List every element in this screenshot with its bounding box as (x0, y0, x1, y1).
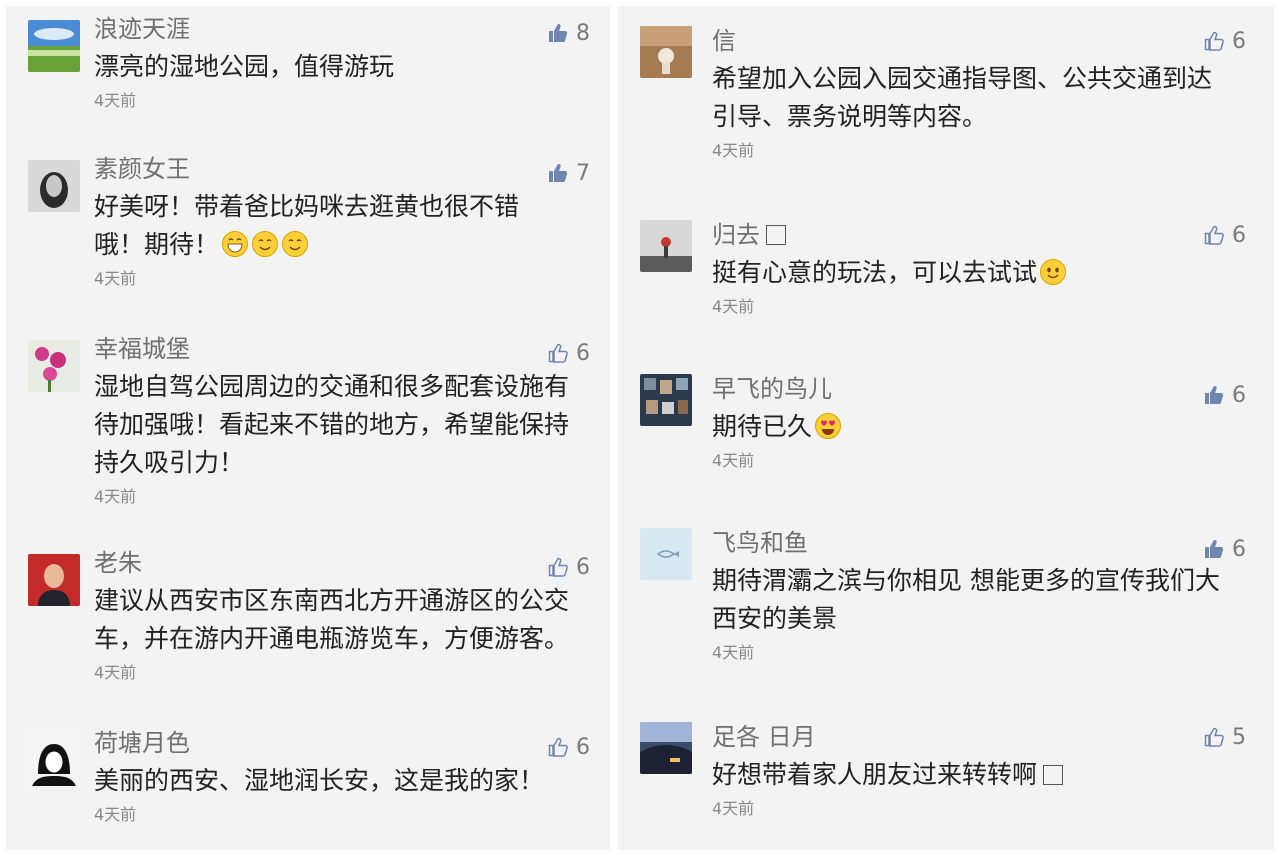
comment-time: 4天前 (712, 643, 755, 662)
like-count: 6 (1232, 28, 1246, 54)
avatar[interactable] (28, 734, 80, 786)
comment-text: 期待已久 (712, 408, 1232, 446)
commenter-name[interactable]: 足各 日月 (712, 722, 1232, 752)
comment-time: 4天前 (94, 487, 137, 506)
avatar[interactable] (28, 20, 80, 72)
commenter-name[interactable]: 幸福城堡 (94, 334, 574, 364)
heart-eyes-emoji-icon (814, 412, 842, 440)
thumbs-up-outline-icon (548, 343, 568, 363)
comment-time: 4天前 (94, 805, 137, 824)
thumbs-up-icon (1204, 385, 1224, 405)
like-count: 6 (576, 340, 590, 366)
like-button[interactable]: 6 (1204, 380, 1246, 410)
thumbs-up-outline-icon (1204, 727, 1224, 747)
like-button[interactable]: 6 (548, 552, 590, 582)
comment-text: 湿地自驾公园周边的交通和很多配套设施有待加强哦！看起来不错的地方，希望能保持持久… (94, 372, 570, 477)
like-button[interactable]: 6 (1204, 26, 1246, 56)
comment-time: 4天前 (712, 141, 755, 160)
like-button[interactable]: 6 (548, 732, 590, 762)
like-button[interactable]: 8 (548, 18, 590, 48)
thumbs-up-outline-icon (1204, 225, 1224, 245)
comment-time: 4天前 (94, 269, 137, 288)
comment-text: 好想带着家人朋友过来转转啊 (712, 756, 1232, 794)
like-count: 6 (576, 554, 590, 580)
like-button[interactable]: 6 (1204, 220, 1246, 250)
like-count: 6 (1232, 382, 1246, 408)
thumbs-up-icon (548, 163, 568, 183)
right-comment-panel: 信 希望加入公园入园交通指导图、公共交通到达引导、票务说明等内容。 4天前 6 … (618, 6, 1274, 850)
commenter-name[interactable]: 飞鸟和鱼 (712, 528, 1242, 558)
comment-text: 美丽的西安、湿地润长安，这是我的家！ (94, 766, 545, 795)
smile-emoji-icon (1039, 258, 1067, 286)
avatar[interactable] (640, 374, 692, 426)
like-count: 5 (1232, 724, 1246, 750)
avatar[interactable] (640, 26, 692, 78)
like-button[interactable]: 5 (1204, 722, 1246, 752)
avatar[interactable] (28, 160, 80, 212)
avatar[interactable] (640, 722, 692, 774)
missing-glyph-icon (1043, 765, 1064, 785)
thumbs-up-outline-icon (548, 737, 568, 757)
comment-time: 4天前 (712, 799, 755, 818)
commenter-name[interactable]: 归去 (712, 220, 1232, 250)
comment-text: 期待渭灞之滨与你相见 想能更多的宣传我们大西安的美景 (712, 566, 1220, 633)
smile-emoji-icon (251, 230, 279, 258)
like-count: 6 (576, 734, 590, 760)
like-count: 6 (1232, 222, 1246, 248)
comment-text-content: 好想带着家人朋友过来转转啊 (712, 760, 1038, 789)
comment-text: 希望加入公园入园交通指导图、公共交通到达引导、票务说明等内容。 (712, 64, 1213, 131)
avatar[interactable] (640, 220, 692, 272)
grin-emoji-icon (221, 230, 249, 258)
thumbs-up-outline-icon (548, 557, 568, 577)
smile-emoji-icon (281, 230, 309, 258)
thumbs-up-icon (1204, 539, 1224, 559)
comment-text: 好美呀！带着爸比妈咪去逛黄也很不错哦！期待！ (94, 188, 564, 264)
thumbs-up-outline-icon (1204, 31, 1224, 51)
thumbs-up-icon (548, 23, 568, 43)
avatar[interactable] (28, 340, 80, 392)
like-count: 7 (576, 160, 590, 186)
commenter-name[interactable]: 信 (712, 26, 1232, 56)
comment-text-content: 挺有心意的玩法，可以去试试 (712, 258, 1038, 287)
commenter-name[interactable]: 浪迹天涯 (94, 14, 514, 44)
comment-time: 4天前 (712, 297, 755, 316)
avatar[interactable] (28, 554, 80, 606)
like-count: 8 (576, 20, 590, 46)
missing-glyph-icon (766, 225, 786, 245)
comment-text: 挺有心意的玩法，可以去试试 (712, 254, 1232, 292)
comment-time: 4天前 (712, 451, 755, 470)
commenter-name[interactable]: 素颜女王 (94, 154, 564, 184)
avatar[interactable] (640, 528, 692, 580)
comment-text-content: 期待已久 (712, 412, 813, 441)
comment-time: 4天前 (94, 91, 137, 110)
like-button[interactable]: 7 (548, 158, 590, 188)
left-comment-panel: 浪迹天涯 漂亮的湿地公园，值得游玩 4天前 8 素颜女王 好美呀！带着爸比妈咪去… (6, 6, 610, 850)
comment-time: 4天前 (94, 663, 137, 682)
commenter-name[interactable]: 老朱 (94, 548, 574, 578)
comment-text: 漂亮的湿地公园，值得游玩 (94, 52, 395, 81)
commenter-name[interactable]: 早飞的鸟儿 (712, 374, 1232, 404)
like-button[interactable]: 6 (548, 338, 590, 368)
commenter-name[interactable]: 荷塘月色 (94, 728, 574, 758)
like-count: 6 (1232, 536, 1246, 562)
commenter-name-text: 归去 (712, 221, 760, 249)
comment-text: 建议从西安市区东南西北方开通游区的公交车，并在游内开通电瓶游览车，方便游客。 (94, 586, 570, 653)
like-button[interactable]: 6 (1204, 534, 1246, 564)
